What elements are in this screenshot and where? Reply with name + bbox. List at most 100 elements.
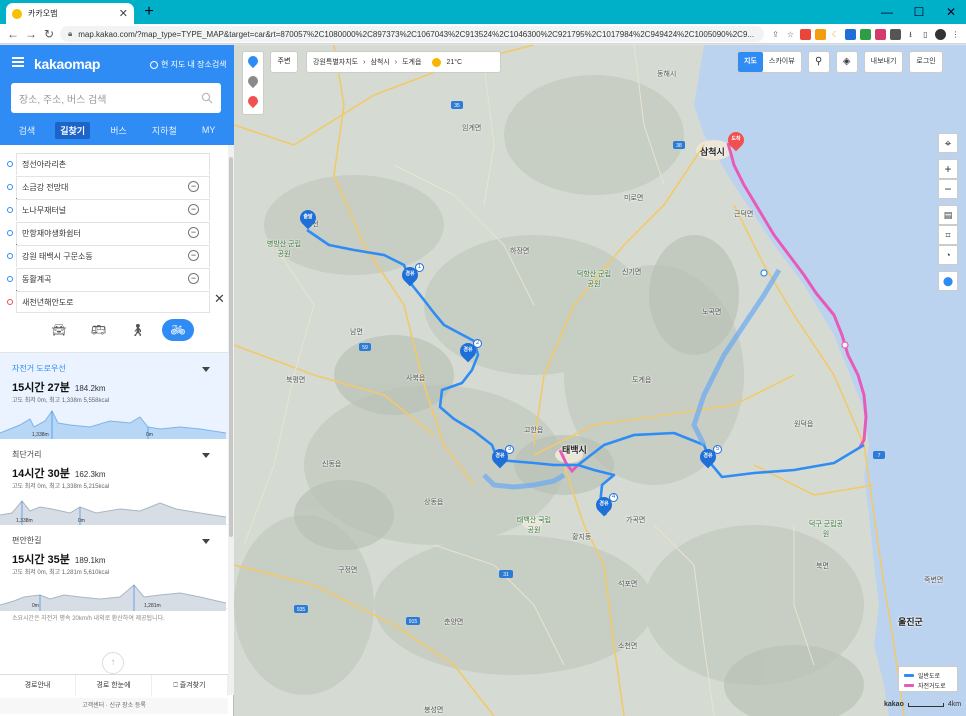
extension-orange-icon[interactable]: [815, 28, 826, 40]
place-label[interactable]: 신기면: [622, 267, 641, 277]
place-label[interactable]: 사북읍: [406, 373, 425, 383]
roadview-icon[interactable]: ▤: [938, 205, 958, 225]
waypoint-field[interactable]: 소금강 전망대: [16, 176, 210, 198]
back-icon[interactable]: ←: [4, 24, 22, 44]
extension-blue-icon[interactable]: [845, 28, 856, 40]
more-menu-icon[interactable]: ⋮: [950, 28, 961, 40]
scroll-top-button[interactable]: ↑: [102, 652, 124, 674]
waypoint-via[interactable]: 동활계곡 −: [7, 268, 226, 291]
moon-icon[interactable]: ☾: [830, 28, 841, 40]
route-option-1[interactable]: 자전거 도로우선 15시간 27분 184.2km 고도 최저 0m, 최고 1,…: [0, 353, 228, 439]
place-label[interactable]: 죽변면: [924, 575, 943, 585]
extension-red-icon[interactable]: [800, 28, 811, 40]
layers-icon[interactable]: ◈: [835, 51, 858, 73]
remove-waypoint-icon[interactable]: −: [188, 273, 199, 284]
chevron-down-icon[interactable]: [202, 367, 210, 372]
tab-bus[interactable]: 버스: [105, 122, 132, 139]
waypoint-field[interactable]: 노나무재터널: [16, 199, 210, 221]
park-label[interactable]: 병방산 군립공원: [264, 239, 304, 259]
via-pin-5[interactable]: 경유 5: [696, 445, 722, 470]
reload-icon[interactable]: ↻: [40, 24, 58, 44]
waypoint-field[interactable]: 새천년해안도로: [16, 291, 210, 313]
place-label[interactable]: 고한읍: [524, 425, 543, 435]
place-label[interactable]: 구정면: [338, 565, 357, 575]
new-tab-button[interactable]: +: [140, 2, 158, 22]
car-mode-icon[interactable]: 🚘︎: [44, 319, 74, 341]
place-label[interactable]: 북평면: [286, 375, 305, 385]
place-label[interactable]: 황지동: [572, 532, 591, 542]
location-pin-icon[interactable]: ⚲: [807, 51, 830, 73]
search-icon[interactable]: [201, 92, 213, 104]
place-label[interactable]: 근덕면: [734, 209, 753, 219]
waypoint-end[interactable]: 새천년해안도로: [7, 291, 226, 314]
route-overview-button[interactable]: 경로 한눈에: [76, 675, 152, 696]
start-pin[interactable]: 출발: [296, 206, 320, 231]
place-label[interactable]: 임계면: [462, 123, 481, 133]
remove-waypoint-icon[interactable]: −: [188, 204, 199, 215]
walk-mode-icon[interactable]: 🚶︎: [123, 319, 153, 341]
place-label[interactable]: 신동읍: [322, 459, 341, 469]
favorite-button[interactable]: ⎕ 즐겨찾기: [152, 675, 228, 696]
place-label[interactable]: 삼척시: [700, 145, 725, 158]
place-label[interactable]: 원덕읍: [794, 419, 813, 429]
place-label[interactable]: 울진군: [898, 615, 923, 628]
browser-tab[interactable]: 카카오맵 ✕: [6, 3, 134, 24]
remove-waypoint-icon[interactable]: −: [188, 227, 199, 238]
park-label[interactable]: 덕구 군립공원: [806, 519, 846, 539]
place-label[interactable]: 도계읍: [632, 375, 651, 385]
bus-mode-icon[interactable]: 🚌︎: [83, 319, 113, 341]
place-label[interactable]: 석포면: [618, 579, 637, 589]
tab-my[interactable]: MY: [197, 123, 221, 137]
waypoint-via[interactable]: 노나무재터널 −: [7, 199, 226, 222]
download-icon[interactable]: ⭳: [905, 28, 916, 40]
waypoint-field[interactable]: 정선아라리촌: [16, 153, 210, 175]
tab-search[interactable]: 검색: [14, 122, 41, 139]
breadcrumb-province[interactable]: 강원특별자치도: [313, 57, 358, 67]
distance-icon[interactable]: ⌗: [938, 225, 958, 245]
place-label[interactable]: 하장면: [510, 246, 529, 256]
place-label[interactable]: 춘양면: [444, 617, 463, 627]
waypoint-via[interactable]: 만항재야생화쉼터 −: [7, 222, 226, 245]
place-label[interactable]: 상동읍: [424, 497, 443, 507]
address-bar[interactable]: 🔒︎ map.kakao.com/?map_type=TYPE_MAP&targ…: [60, 26, 764, 42]
kakaomap-logo[interactable]: kakaomap: [34, 56, 100, 72]
zoom-out-button[interactable]: −: [938, 179, 958, 199]
login-button[interactable]: 로그인: [909, 51, 943, 73]
tab-subway[interactable]: 지하철: [147, 122, 182, 139]
forward-icon[interactable]: →: [22, 24, 40, 44]
view-skyview-button[interactable]: 스카이뷰: [763, 52, 801, 72]
window-close-button[interactable]: ✕: [936, 0, 966, 24]
remove-waypoint-icon[interactable]: −: [188, 250, 199, 261]
park-label[interactable]: 덕항산 군립공원: [574, 269, 614, 289]
via-pin-3[interactable]: 경유 3: [488, 445, 514, 470]
map-canvas[interactable]: 35 38 59 7 935 915 31 동해시 삼척시 정선 태백시 임계면…: [234, 45, 966, 716]
place-label[interactable]: 봉성면: [424, 705, 443, 715]
place-label[interactable]: 태백시: [562, 443, 587, 456]
clear-route-icon[interactable]: ✕: [214, 291, 225, 307]
breadcrumb-city[interactable]: 삼척시: [370, 57, 389, 67]
place-label[interactable]: 가곡면: [626, 515, 645, 525]
place-label[interactable]: 남면: [350, 327, 363, 337]
bookmark-star-icon[interactable]: ☆: [785, 28, 796, 40]
waypoint-via[interactable]: 소금강 전망대 −: [7, 176, 226, 199]
route-option-2[interactable]: 최단거리 14시간 30분 162.3km 고도 최저 0m, 최고 1,338m…: [0, 439, 228, 525]
waypoint-field[interactable]: 동활계곡: [16, 268, 210, 290]
remove-waypoint-icon[interactable]: −: [188, 181, 199, 192]
view-map-button[interactable]: 지도: [738, 52, 763, 72]
park-label[interactable]: 태백산 국립공원: [514, 515, 554, 535]
search-input[interactable]: 장소, 주소, 버스 검색: [11, 83, 221, 113]
route-option-3[interactable]: 편안한길 15시간 35분 189.1km 고도 최저 0m, 최고 1,281m…: [0, 525, 228, 611]
profile-avatar[interactable]: [935, 28, 946, 40]
start-marker-icon[interactable]: [243, 52, 263, 72]
current-location-icon[interactable]: ⌖: [938, 133, 958, 153]
waypoint-field[interactable]: 만항재야생화쉼터: [16, 222, 210, 244]
bike-mode-icon[interactable]: 🚲︎: [161, 319, 194, 341]
hamburger-menu-icon[interactable]: [12, 57, 24, 67]
around-button[interactable]: 주변: [270, 51, 298, 73]
route-guide-button[interactable]: 경로안내: [0, 675, 76, 696]
here-search-toggle[interactable]: 현 지도 내 장소검색: [150, 59, 227, 70]
export-button[interactable]: 내보내기: [863, 51, 904, 73]
place-label[interactable]: 미로면: [624, 193, 643, 203]
via-marker-icon[interactable]: [243, 72, 263, 92]
place-label[interactable]: 동해시: [657, 69, 676, 79]
